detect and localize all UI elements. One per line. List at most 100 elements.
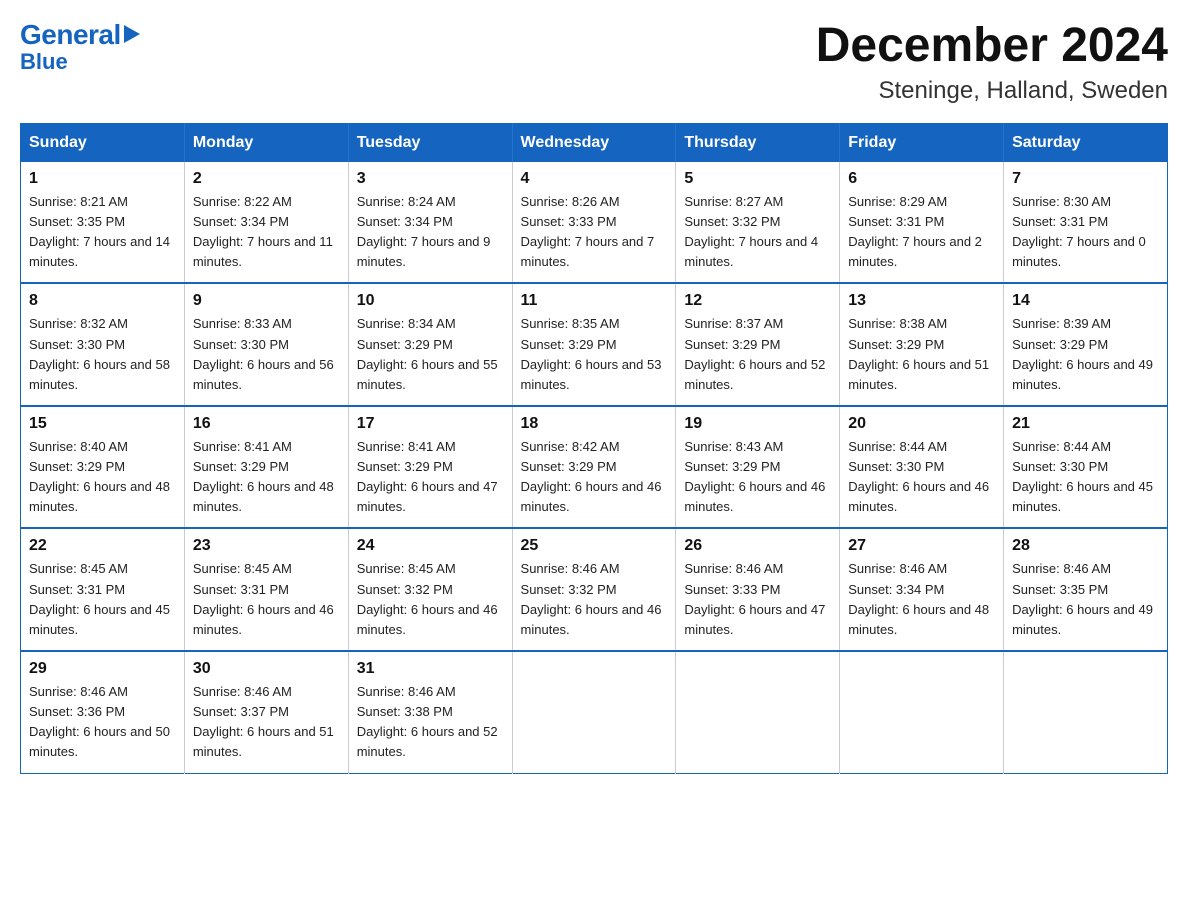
day-info: Sunrise: 8:42 AMSunset: 3:29 PMDaylight:…: [521, 437, 668, 518]
day-info: Sunrise: 8:43 AMSunset: 3:29 PMDaylight:…: [684, 437, 831, 518]
calendar-week-row: 8 Sunrise: 8:32 AMSunset: 3:30 PMDaylight…: [21, 283, 1168, 406]
day-number: 23: [193, 537, 340, 555]
day-info: Sunrise: 8:35 AMSunset: 3:29 PMDaylight:…: [521, 314, 668, 395]
day-info: Sunrise: 8:45 AMSunset: 3:32 PMDaylight:…: [357, 559, 504, 640]
day-info: Sunrise: 8:29 AMSunset: 3:31 PMDaylight:…: [848, 192, 995, 273]
calendar-subtitle: Steninge, Halland, Sweden: [816, 77, 1168, 105]
calendar-day-cell: [1004, 651, 1168, 773]
calendar-day-cell: 12Sunrise: 8:37 AMSunset: 3:29 PMDayligh…: [676, 283, 840, 406]
calendar-day-cell: 3 Sunrise: 8:24 AMSunset: 3:34 PMDaylight…: [348, 162, 512, 284]
calendar-day-cell: 20 Sunrise: 8:44 AMSunset: 3:30 PMDayligh…: [840, 406, 1004, 529]
day-number: 8: [29, 292, 176, 310]
calendar-day-cell: 31Sunrise: 8:46 AMSunset: 3:38 PMDayligh…: [348, 651, 512, 773]
calendar-day-cell: 14 Sunrise: 8:39 AMSunset: 3:29 PMDayligh…: [1004, 283, 1168, 406]
calendar-day-cell: 7Sunrise: 8:30 AMSunset: 3:31 PMDaylight…: [1004, 162, 1168, 284]
day-number: 22: [29, 537, 176, 555]
calendar-day-cell: 9 Sunrise: 8:33 AMSunset: 3:30 PMDaylight…: [184, 283, 348, 406]
day-number: 25: [521, 537, 668, 555]
calendar-day-cell: 23 Sunrise: 8:45 AMSunset: 3:31 PMDayligh…: [184, 528, 348, 651]
calendar-day-cell: 30Sunrise: 8:46 AMSunset: 3:37 PMDayligh…: [184, 651, 348, 773]
calendar-title: December 2024: [816, 20, 1168, 73]
day-info: Sunrise: 8:46 AMSunset: 3:36 PMDaylight:…: [29, 682, 176, 763]
calendar-day-cell: 4Sunrise: 8:26 AMSunset: 3:33 PMDaylight…: [512, 162, 676, 284]
logo-general-text: General: [20, 20, 140, 51]
day-number: 17: [357, 415, 504, 433]
calendar-body: 1 Sunrise: 8:21 AMSunset: 3:35 PMDaylight…: [21, 162, 1168, 773]
title-block: December 2024 Steninge, Halland, Sweden: [816, 20, 1168, 105]
calendar-day-cell: 29 Sunrise: 8:46 AMSunset: 3:36 PMDayligh…: [21, 651, 185, 773]
header-saturday: Saturday: [1004, 123, 1168, 162]
calendar-day-cell: 11 Sunrise: 8:35 AMSunset: 3:29 PMDayligh…: [512, 283, 676, 406]
header-wednesday: Wednesday: [512, 123, 676, 162]
day-info: Sunrise: 8:44 AMSunset: 3:30 PMDaylight:…: [1012, 437, 1159, 518]
day-number: 5: [684, 170, 831, 188]
calendar-day-cell: 13 Sunrise: 8:38 AMSunset: 3:29 PMDayligh…: [840, 283, 1004, 406]
calendar-day-cell: 27 Sunrise: 8:46 AMSunset: 3:34 PMDayligh…: [840, 528, 1004, 651]
day-info: Sunrise: 8:45 AMSunset: 3:31 PMDaylight:…: [193, 559, 340, 640]
calendar-day-cell: [676, 651, 840, 773]
day-number: 29: [29, 660, 176, 678]
calendar-day-cell: 2Sunrise: 8:22 AMSunset: 3:34 PMDaylight…: [184, 162, 348, 284]
calendar-day-cell: 8 Sunrise: 8:32 AMSunset: 3:30 PMDaylight…: [21, 283, 185, 406]
day-info: Sunrise: 8:33 AMSunset: 3:30 PMDaylight:…: [193, 314, 340, 395]
calendar-day-cell: 15Sunrise: 8:40 AMSunset: 3:29 PMDayligh…: [21, 406, 185, 529]
day-number: 11: [521, 292, 668, 310]
day-info: Sunrise: 8:46 AMSunset: 3:34 PMDaylight:…: [848, 559, 995, 640]
calendar-table: Sunday Monday Tuesday Wednesday Thursday…: [20, 123, 1168, 774]
day-number: 24: [357, 537, 504, 555]
logo: General Blue: [20, 20, 140, 75]
day-info: Sunrise: 8:32 AMSunset: 3:30 PMDaylight:…: [29, 314, 176, 395]
day-info: Sunrise: 8:26 AMSunset: 3:33 PMDaylight:…: [521, 192, 668, 273]
day-number: 9: [193, 292, 340, 310]
day-info: Sunrise: 8:30 AMSunset: 3:31 PMDaylight:…: [1012, 192, 1159, 273]
day-info: Sunrise: 8:27 AMSunset: 3:32 PMDaylight:…: [684, 192, 831, 273]
day-info: Sunrise: 8:46 AMSunset: 3:32 PMDaylight:…: [521, 559, 668, 640]
header-tuesday: Tuesday: [348, 123, 512, 162]
calendar-day-cell: 21 Sunrise: 8:44 AMSunset: 3:30 PMDayligh…: [1004, 406, 1168, 529]
day-number: 13: [848, 292, 995, 310]
day-number: 12: [684, 292, 831, 310]
calendar-day-cell: 6Sunrise: 8:29 AMSunset: 3:31 PMDaylight…: [840, 162, 1004, 284]
day-number: 28: [1012, 537, 1159, 555]
day-number: 14: [1012, 292, 1159, 310]
calendar-day-cell: 10 Sunrise: 8:34 AMSunset: 3:29 PMDayligh…: [348, 283, 512, 406]
header-monday: Monday: [184, 123, 348, 162]
calendar-day-cell: 22 Sunrise: 8:45 AMSunset: 3:31 PMDayligh…: [21, 528, 185, 651]
calendar-week-row: 22 Sunrise: 8:45 AMSunset: 3:31 PMDayligh…: [21, 528, 1168, 651]
day-number: 10: [357, 292, 504, 310]
day-number: 31: [357, 660, 504, 678]
day-info: Sunrise: 8:46 AMSunset: 3:35 PMDaylight:…: [1012, 559, 1159, 640]
day-number: 21: [1012, 415, 1159, 433]
calendar-day-cell: 5 Sunrise: 8:27 AMSunset: 3:32 PMDaylight…: [676, 162, 840, 284]
day-info: Sunrise: 8:39 AMSunset: 3:29 PMDaylight:…: [1012, 314, 1159, 395]
day-info: Sunrise: 8:21 AMSunset: 3:35 PMDaylight:…: [29, 192, 176, 273]
day-info: Sunrise: 8:41 AMSunset: 3:29 PMDaylight:…: [193, 437, 340, 518]
day-info: Sunrise: 8:46 AMSunset: 3:37 PMDaylight:…: [193, 682, 340, 763]
day-number: 27: [848, 537, 995, 555]
day-info: Sunrise: 8:34 AMSunset: 3:29 PMDaylight:…: [357, 314, 504, 395]
day-number: 18: [521, 415, 668, 433]
calendar-day-cell: 1 Sunrise: 8:21 AMSunset: 3:35 PMDaylight…: [21, 162, 185, 284]
day-info: Sunrise: 8:41 AMSunset: 3:29 PMDaylight:…: [357, 437, 504, 518]
page-header: General Blue December 2024 Steninge, Hal…: [20, 20, 1168, 105]
logo-blue-text: Blue: [20, 49, 68, 75]
calendar-day-cell: 26Sunrise: 8:46 AMSunset: 3:33 PMDayligh…: [676, 528, 840, 651]
day-number: 20: [848, 415, 995, 433]
day-info: Sunrise: 8:46 AMSunset: 3:33 PMDaylight:…: [684, 559, 831, 640]
calendar-week-row: 15Sunrise: 8:40 AMSunset: 3:29 PMDayligh…: [21, 406, 1168, 529]
day-info: Sunrise: 8:38 AMSunset: 3:29 PMDaylight:…: [848, 314, 995, 395]
calendar-day-cell: [840, 651, 1004, 773]
calendar-day-cell: 18 Sunrise: 8:42 AMSunset: 3:29 PMDayligh…: [512, 406, 676, 529]
header-sunday: Sunday: [21, 123, 185, 162]
day-info: Sunrise: 8:45 AMSunset: 3:31 PMDaylight:…: [29, 559, 176, 640]
calendar-week-row: 29 Sunrise: 8:46 AMSunset: 3:36 PMDayligh…: [21, 651, 1168, 773]
logo-general-word: General: [20, 20, 121, 51]
calendar-day-cell: 16 Sunrise: 8:41 AMSunset: 3:29 PMDayligh…: [184, 406, 348, 529]
day-number: 1: [29, 170, 176, 188]
calendar-week-row: 1 Sunrise: 8:21 AMSunset: 3:35 PMDaylight…: [21, 162, 1168, 284]
day-number: 16: [193, 415, 340, 433]
day-number: 3: [357, 170, 504, 188]
day-info: Sunrise: 8:44 AMSunset: 3:30 PMDaylight:…: [848, 437, 995, 518]
day-info: Sunrise: 8:40 AMSunset: 3:29 PMDaylight:…: [29, 437, 176, 518]
day-info: Sunrise: 8:24 AMSunset: 3:34 PMDaylight:…: [357, 192, 504, 273]
